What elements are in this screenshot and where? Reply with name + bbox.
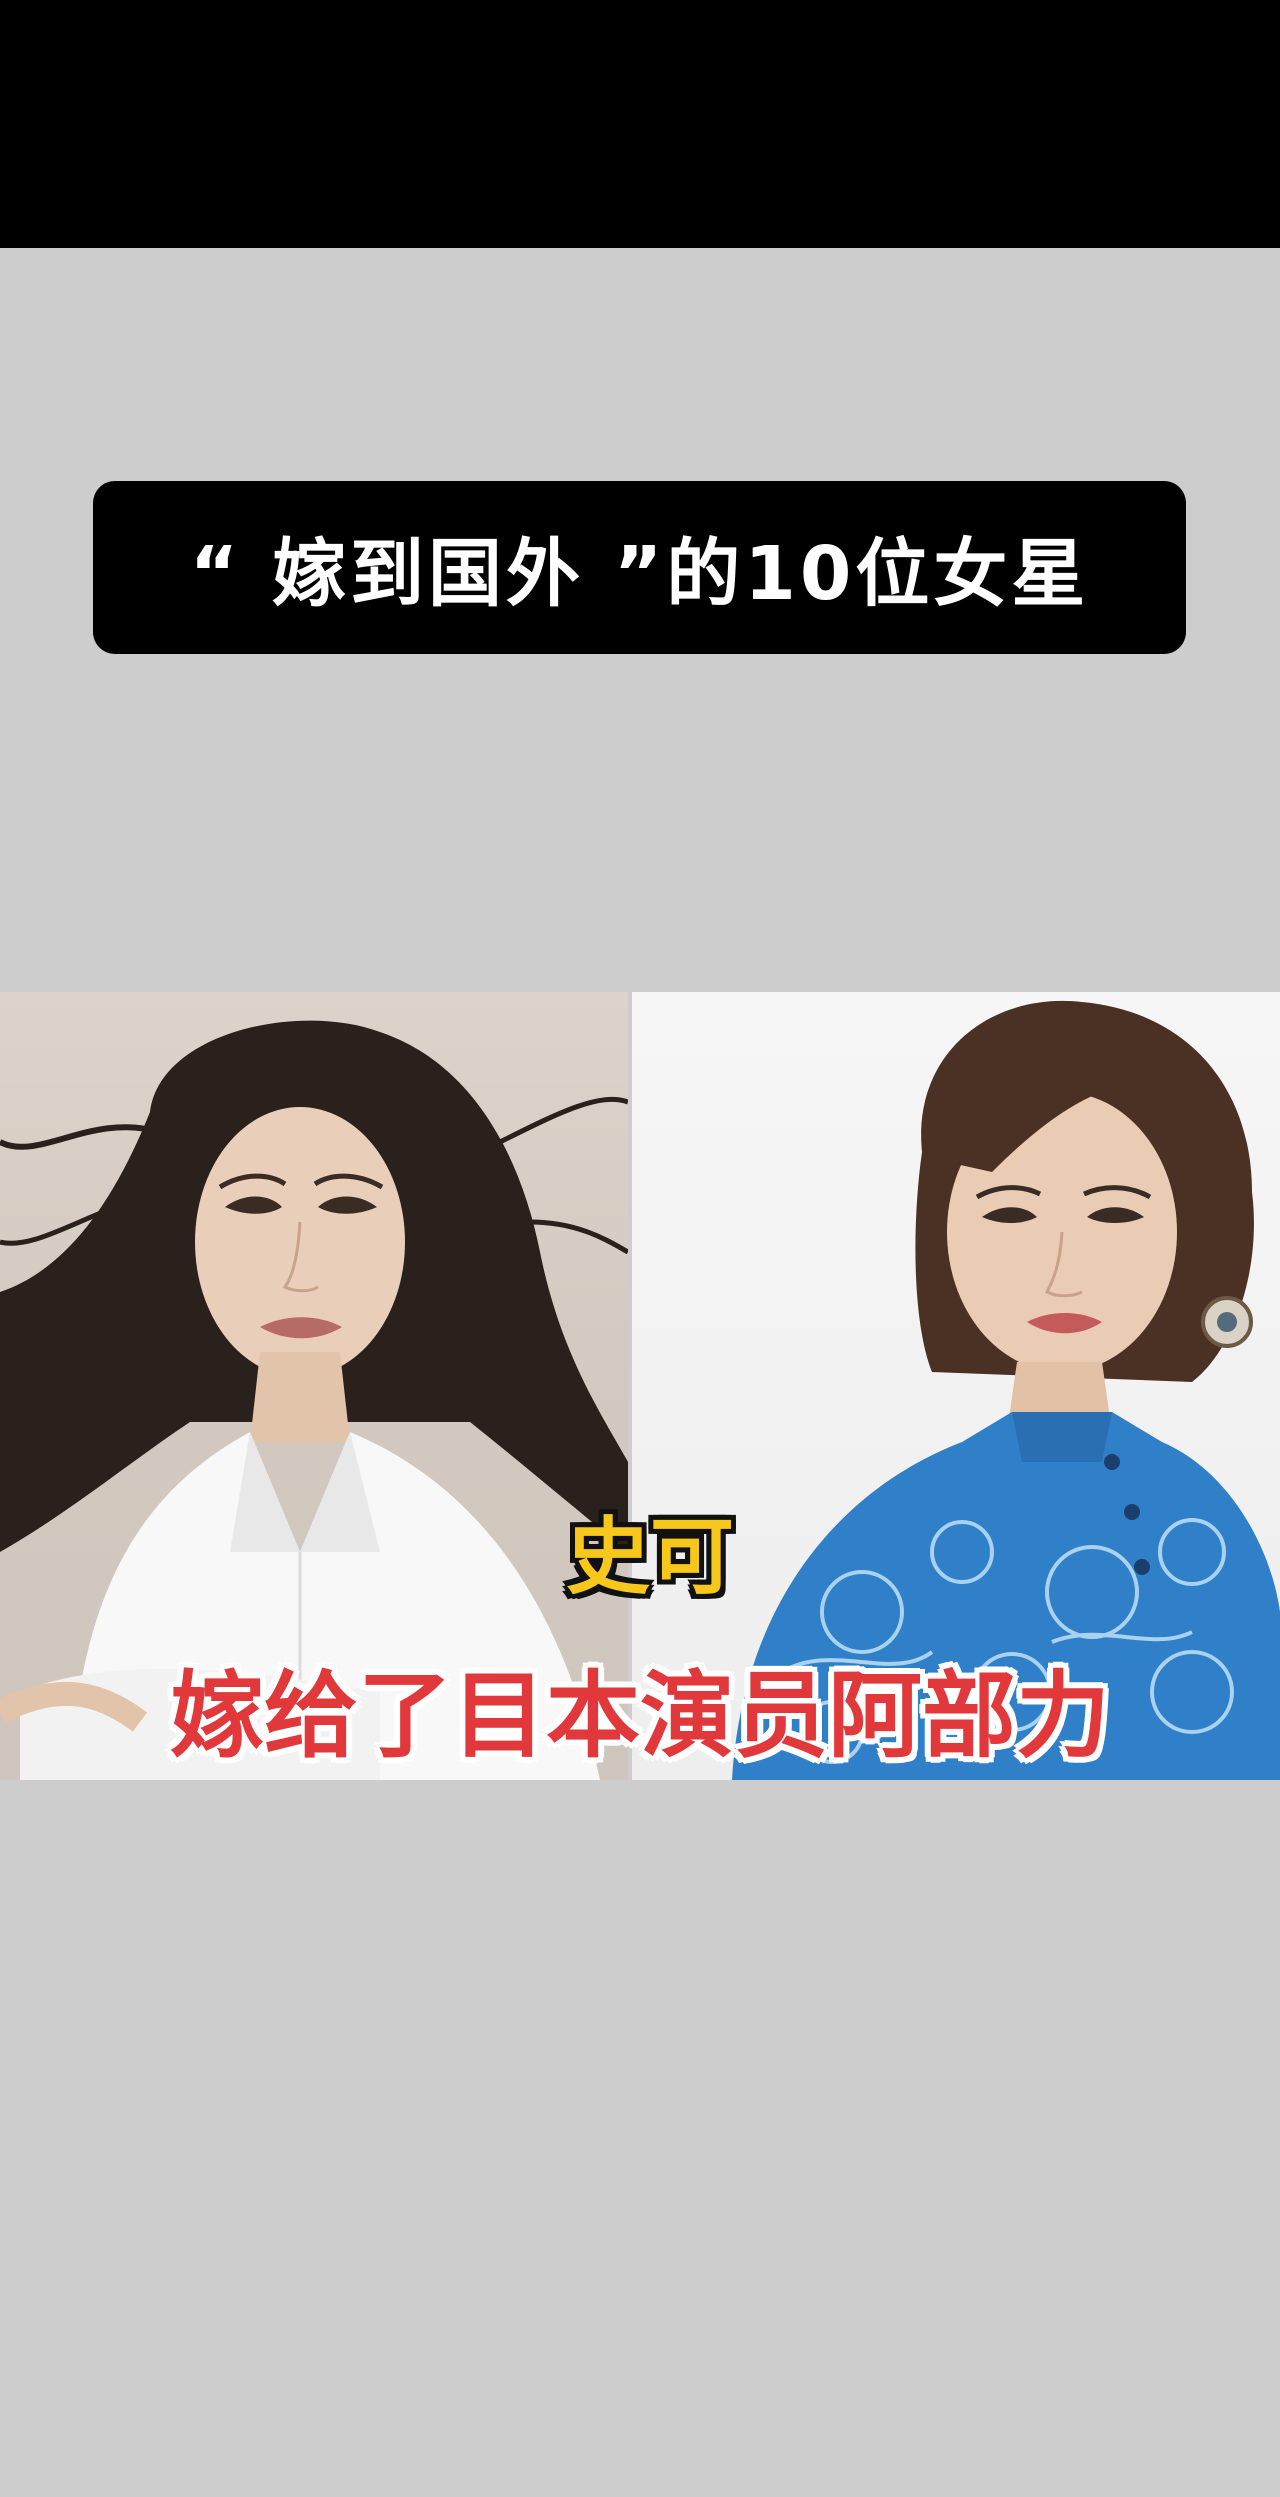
- video-frame: “ 嫁到国外 ”的10位女星 史可 嫁给了目本演员阿部力: [0, 0, 1280, 2497]
- title-banner: “ 嫁到国外 ”的10位女星: [93, 481, 1186, 654]
- subtitle-description: 嫁给了目本演员阿部力: [169, 1662, 1110, 1771]
- title-text: “ 嫁到国外 ”的10位女星: [189, 531, 1090, 617]
- top-black-bar: [0, 0, 1280, 248]
- subtitle-name: 史可: [565, 1508, 734, 1606]
